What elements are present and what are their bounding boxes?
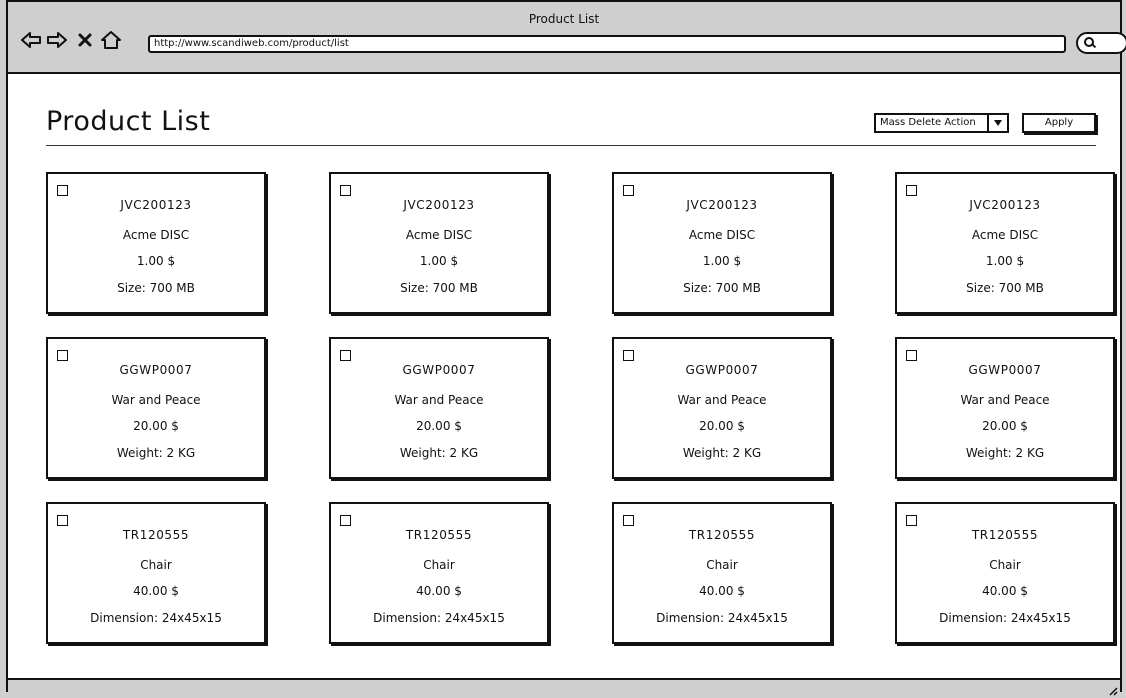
product-card[interactable]: TR120555 Chair 40.00 $ Dimension: 24x45x15 xyxy=(46,502,266,644)
delete-checkbox[interactable] xyxy=(906,515,917,526)
browser-chrome: Product List http://www.scandiweb.com/pr… xyxy=(8,2,1126,74)
product-attribute: Dimension: 24x45x15 xyxy=(90,611,222,625)
product-attribute: Weight: 2 KG xyxy=(965,446,1045,460)
product-sku: TR120555 xyxy=(122,528,190,542)
product-attribute: Size: 700 MB xyxy=(966,281,1044,295)
resize-grip-icon[interactable] xyxy=(1108,686,1118,696)
product-sku: JVC200123 xyxy=(120,198,192,212)
delete-checkbox[interactable] xyxy=(57,185,68,196)
delete-checkbox[interactable] xyxy=(623,350,634,361)
title-divider xyxy=(46,145,1096,146)
product-sku: JVC200123 xyxy=(686,198,758,212)
product-name: Acme DISC xyxy=(122,228,190,242)
product-card[interactable]: TR120555 Chair 40.00 $ Dimension: 24x45x15 xyxy=(329,502,549,644)
product-card[interactable]: GGWP0007 War and Peace 20.00 $ Weight: 2 KG xyxy=(895,337,1115,479)
product-attribute: Size: 700 MB xyxy=(117,281,195,295)
product-sku: TR120555 xyxy=(971,528,1039,542)
product-price: 40.00 $ xyxy=(133,584,179,598)
delete-checkbox[interactable] xyxy=(906,185,917,196)
product-price: 1.00 $ xyxy=(702,254,742,268)
mass-action-selected: Mass Delete Action xyxy=(880,117,976,128)
search-button[interactable] xyxy=(1076,32,1126,54)
product-price: 20.00 $ xyxy=(982,419,1028,433)
product-attribute: Dimension: 24x45x15 xyxy=(373,611,505,625)
product-sku: GGWP0007 xyxy=(402,363,476,377)
delete-checkbox[interactable] xyxy=(57,515,68,526)
delete-checkbox[interactable] xyxy=(340,350,351,361)
product-name: Acme DISC xyxy=(405,228,473,242)
product-card[interactable]: GGWP0007 War and Peace 20.00 $ Weight: 2 KG xyxy=(46,337,266,479)
product-attribute: Dimension: 24x45x15 xyxy=(656,611,788,625)
product-name: Chair xyxy=(989,558,1021,572)
status-bar xyxy=(8,678,1120,698)
product-name: War and Peace xyxy=(960,393,1050,407)
product-card[interactable]: JVC200123 Acme DISC 1.00 $ Size: 700 MB xyxy=(46,172,266,314)
apply-button[interactable]: Apply xyxy=(1022,113,1096,133)
delete-checkbox[interactable] xyxy=(340,185,351,196)
product-name: Acme DISC xyxy=(688,228,756,242)
product-attribute: Size: 700 MB xyxy=(400,281,478,295)
search-icon xyxy=(1084,37,1094,47)
product-sku: GGWP0007 xyxy=(685,363,759,377)
product-sku: JVC200123 xyxy=(969,198,1041,212)
product-card[interactable]: TR120555 Chair 40.00 $ Dimension: 24x45x15 xyxy=(895,502,1115,644)
product-price: 40.00 $ xyxy=(416,584,462,598)
product-grid: JVC200123 Acme DISC 1.00 $ Size: 700 MB JVC2… xyxy=(46,172,1115,644)
delete-checkbox[interactable] xyxy=(340,515,351,526)
chevron-down-icon[interactable] xyxy=(987,115,1007,131)
delete-checkbox[interactable] xyxy=(906,350,917,361)
product-card[interactable]: JVC200123 Acme DISC 1.00 $ Size: 700 MB xyxy=(895,172,1115,314)
product-name: War and Peace xyxy=(111,393,201,407)
product-price: 1.00 $ xyxy=(419,254,459,268)
product-name: Acme DISC xyxy=(971,228,1039,242)
product-card[interactable]: GGWP0007 War and Peace 20.00 $ Weight: 2 KG xyxy=(612,337,832,479)
back-arrow-icon[interactable] xyxy=(18,28,44,52)
url-input[interactable]: http://www.scandiweb.com/product/list xyxy=(148,35,1066,53)
product-price: 1.00 $ xyxy=(985,254,1025,268)
product-card[interactable]: GGWP0007 War and Peace 20.00 $ Weight: 2 KG xyxy=(329,337,549,479)
home-icon[interactable] xyxy=(98,28,124,52)
close-icon[interactable] xyxy=(72,28,98,52)
browser-window: Product List http://www.scandiweb.com/pr… xyxy=(6,0,1126,698)
product-sku: JVC200123 xyxy=(403,198,475,212)
product-card[interactable]: JVC200123 Acme DISC 1.00 $ Size: 700 MB xyxy=(329,172,549,314)
delete-checkbox[interactable] xyxy=(623,515,634,526)
delete-checkbox[interactable] xyxy=(623,185,634,196)
product-price: 1.00 $ xyxy=(136,254,176,268)
product-name: War and Peace xyxy=(394,393,484,407)
product-name: Chair xyxy=(706,558,738,572)
product-price: 20.00 $ xyxy=(699,419,745,433)
mass-action-select[interactable]: Mass Delete Action xyxy=(874,113,1009,133)
forward-arrow-icon[interactable] xyxy=(44,28,70,52)
window-title: Product List xyxy=(528,12,600,26)
product-sku: TR120555 xyxy=(405,528,473,542)
product-price: 40.00 $ xyxy=(982,584,1028,598)
product-sku: GGWP0007 xyxy=(968,363,1042,377)
product-card[interactable]: JVC200123 Acme DISC 1.00 $ Size: 700 MB xyxy=(612,172,832,314)
product-name: Chair xyxy=(423,558,455,572)
page-title: Product List xyxy=(46,106,211,137)
product-price: 40.00 $ xyxy=(699,584,745,598)
delete-checkbox[interactable] xyxy=(57,350,68,361)
product-price: 20.00 $ xyxy=(133,419,179,433)
product-sku: GGWP0007 xyxy=(119,363,193,377)
product-sku: TR120555 xyxy=(688,528,756,542)
product-price: 20.00 $ xyxy=(416,419,462,433)
product-attribute: Weight: 2 KG xyxy=(399,446,479,460)
product-attribute: Weight: 2 KG xyxy=(116,446,196,460)
product-name: War and Peace xyxy=(677,393,767,407)
product-name: Chair xyxy=(140,558,172,572)
product-card[interactable]: TR120555 Chair 40.00 $ Dimension: 24x45x15 xyxy=(612,502,832,644)
product-attribute: Size: 700 MB xyxy=(683,281,761,295)
product-attribute: Dimension: 24x45x15 xyxy=(939,611,1071,625)
product-attribute: Weight: 2 KG xyxy=(682,446,762,460)
